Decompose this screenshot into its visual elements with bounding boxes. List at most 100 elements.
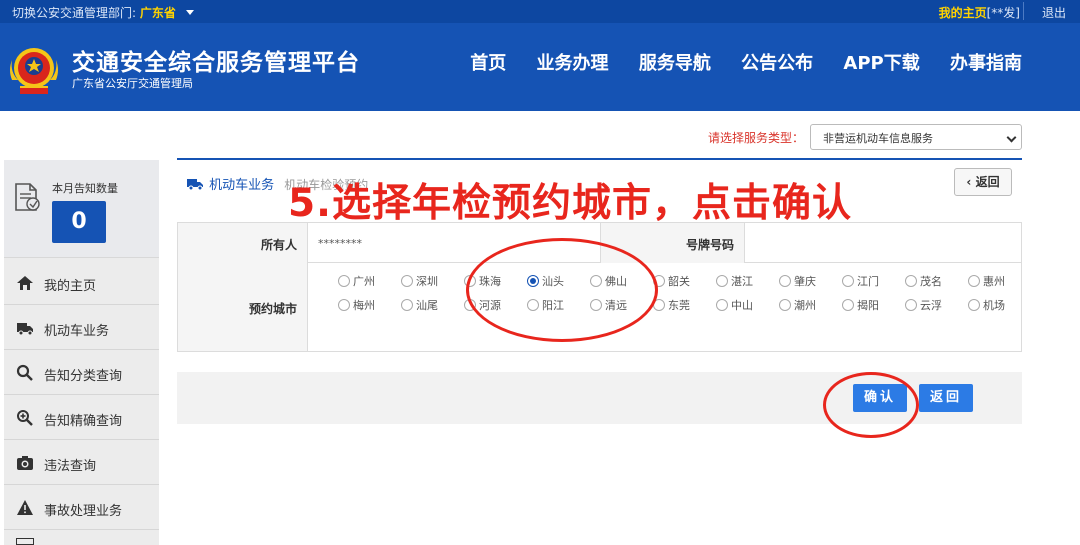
notice-count-box: 本月告知数量 0: [4, 160, 159, 258]
sidebar-item-label: 告知精确查询: [44, 414, 123, 429]
sidebar-item-vehicle-business[interactable]: 机动车业务: [4, 305, 159, 350]
truck-icon: [187, 179, 203, 190]
city-radio[interactable]: 湛江: [716, 273, 753, 289]
city-radio-label: 梅州: [353, 299, 375, 312]
city-radio-label: 中山: [731, 299, 753, 312]
service-type-row: 请选择服务类型： 非营运机动车信息服务: [0, 124, 1080, 150]
sidebar-item-accident-handling[interactable]: 事故处理业务: [4, 485, 159, 530]
camera-icon: [17, 456, 33, 470]
list-icon: [16, 538, 34, 545]
nav-announcements[interactable]: 公告公布: [741, 53, 813, 74]
city-radio[interactable]: 东莞: [653, 297, 690, 313]
city-radio[interactable]: 肇庆: [779, 273, 816, 289]
sidebar-item-violation-query[interactable]: 违法查询: [4, 440, 159, 485]
panel-back-label: 返回: [975, 175, 1000, 189]
radio-dot[interactable]: [338, 299, 350, 311]
city-radio-label: 机场: [983, 299, 1005, 312]
site-header: 交通安全综合服务管理平台 广东省公安厅交通管理局 首页 业务办理 服务导航 公告…: [0, 23, 1080, 111]
back-button[interactable]: 返回: [919, 384, 973, 412]
city-radio[interactable]: 深圳: [401, 273, 438, 289]
city-radio-label: 江门: [857, 275, 879, 288]
province-selector[interactable]: 广东省: [140, 6, 176, 20]
zoom-icon: [17, 410, 33, 426]
city-radio[interactable]: 韶关: [653, 273, 690, 289]
panel-back-button[interactable]: ‹ 返回: [954, 168, 1012, 196]
sidebar-item-exact-query[interactable]: 告知精确查询: [4, 395, 159, 440]
sidebar-item-label: 告知分类查询: [44, 369, 123, 384]
radio-dot[interactable]: [968, 275, 980, 287]
city-radio-label: 揭阳: [857, 299, 879, 312]
sidebar-item-category-query[interactable]: 告知分类查询: [4, 350, 159, 395]
city-label: 预约城市: [178, 263, 308, 351]
notice-count-value[interactable]: 0: [52, 201, 106, 243]
nav-business[interactable]: 业务办理: [537, 53, 609, 74]
nav-guide[interactable]: 办事指南: [950, 53, 1022, 74]
topbar-divider: [1023, 2, 1024, 20]
warning-icon: [17, 500, 33, 515]
radio-dot[interactable]: [338, 275, 350, 287]
instruction-overlay: 5.选择年检预约城市，点击确认: [288, 181, 852, 226]
notice-count-label: 本月告知数量: [52, 182, 118, 195]
city-radio-label: 深圳: [416, 275, 438, 288]
owner-value: ********: [318, 237, 362, 250]
sidebar: 本月告知数量 0 我的主页 机动车业务 告知分类查询 告知精确查询 违法查询 事…: [4, 160, 159, 545]
user-area: 我的主页[**发]: [939, 4, 1020, 21]
sidebar-item-my-home[interactable]: 我的主页: [4, 260, 159, 305]
radio-dot[interactable]: [716, 275, 728, 287]
radio-dot[interactable]: [779, 299, 791, 311]
sidebar-item-label: 违法查询: [44, 459, 97, 474]
radio-dot[interactable]: [401, 299, 413, 311]
city-radio[interactable]: 江门: [842, 273, 879, 289]
my-home-link[interactable]: 我的主页: [939, 6, 987, 20]
sidebar-item-label: 机动车业务: [44, 324, 110, 339]
radio-dot[interactable]: [968, 299, 980, 311]
radio-dot[interactable]: [842, 299, 854, 311]
city-radio[interactable]: 揭阳: [842, 297, 879, 313]
sidebar-item-partial[interactable]: [4, 530, 159, 545]
nav-home[interactable]: 首页: [470, 53, 506, 74]
city-radio-label: 东莞: [668, 299, 690, 312]
city-radio-label: 肇庆: [794, 275, 816, 288]
city-radio-label: 韶关: [668, 275, 690, 288]
city-radio[interactable]: 惠州: [968, 273, 1005, 289]
annotation-circle-city: [466, 238, 658, 342]
police-emblem-icon: [10, 48, 58, 94]
nav-app-download[interactable]: APP下载: [843, 53, 919, 74]
city-radio-label: 广州: [353, 275, 375, 288]
service-type-label: 请选择服务类型：: [707, 131, 804, 145]
city-radio[interactable]: 梅州: [338, 297, 375, 313]
city-radio[interactable]: 潮州: [779, 297, 816, 313]
city-radio[interactable]: 茂名: [905, 273, 942, 289]
site-subtitle: 广东省公安厅交通管理局: [72, 77, 193, 90]
radio-dot[interactable]: [779, 275, 791, 287]
radio-dot[interactable]: [905, 275, 917, 287]
radio-dot[interactable]: [905, 299, 917, 311]
main-nav: 首页 业务办理 服务导航 公告公布 APP下载 办事指南: [446, 49, 1022, 75]
owner-label: 所有人: [178, 223, 308, 263]
chevron-down-icon: [1006, 132, 1017, 143]
sidebar-item-label: 事故处理业务: [44, 504, 123, 519]
city-radio[interactable]: 广州: [338, 273, 375, 289]
city-radio[interactable]: 机场: [968, 297, 1005, 313]
site-title: 交通安全综合服务管理平台: [72, 50, 360, 76]
home-icon: [17, 276, 33, 290]
service-type-value: 非营运机动车信息服务: [823, 132, 933, 145]
breadcrumb-main[interactable]: 机动车业务: [209, 178, 274, 193]
department-switch-label: 切换公安交通管理部门:: [12, 6, 137, 20]
radio-dot[interactable]: [842, 275, 854, 287]
city-radio[interactable]: 汕尾: [401, 297, 438, 313]
nav-service-guide[interactable]: 服务导航: [639, 53, 711, 74]
city-radio-label: 茂名: [920, 275, 942, 288]
chevron-left-icon: ‹: [966, 175, 972, 189]
department-switcher[interactable]: 切换公安交通管理部门: 广东省: [12, 4, 194, 21]
radio-dot[interactable]: [401, 275, 413, 287]
city-radio[interactable]: 中山: [716, 297, 753, 313]
radio-dot[interactable]: [716, 299, 728, 311]
annotation-circle-confirm: [823, 372, 919, 438]
caret-down-icon[interactable]: [185, 10, 194, 15]
logout-link[interactable]: 退出: [1042, 4, 1066, 21]
user-name: [**发]: [986, 6, 1020, 20]
sidebar-item-label: 我的主页: [44, 279, 97, 294]
city-radio[interactable]: 云浮: [905, 297, 942, 313]
service-type-select[interactable]: 非营运机动车信息服务: [810, 124, 1022, 150]
